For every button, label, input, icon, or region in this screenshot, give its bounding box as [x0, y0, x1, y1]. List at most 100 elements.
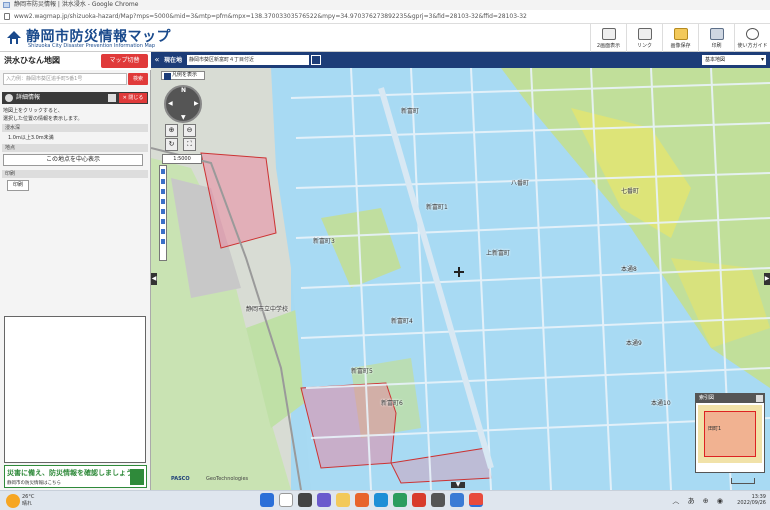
- teams-icon[interactable]: [317, 493, 331, 507]
- clock-date: 2022/09/26: [737, 500, 766, 506]
- folder-icon: [673, 27, 688, 40]
- minimize-button[interactable]: [108, 94, 116, 102]
- search-button[interactable]: 検索: [128, 73, 148, 85]
- zoom-tick[interactable]: [161, 239, 165, 244]
- address-bar[interactable]: www2.wagmap.jp/shizuoka-hazard/Map?mps=5…: [0, 10, 770, 24]
- windows-taskbar: 26°C 晴れ ︿ あ ⊕ ◉ 13:39 2022/09/26: [0, 490, 770, 510]
- dual-screen-icon: [601, 27, 616, 40]
- taskbar-apps: [260, 493, 483, 507]
- label-shintomicho-4: 新富町4: [391, 318, 413, 325]
- label-shintomicho: 新富町: [401, 108, 420, 115]
- pan-south-icon[interactable]: ▼: [181, 114, 186, 121]
- current-location-label: 現在地: [164, 57, 183, 64]
- app-subtitle: Shizuoka City Disaster Prevention Inform…: [28, 43, 156, 49]
- zoom-tick[interactable]: [161, 179, 165, 184]
- chrome-icon[interactable]: [469, 493, 483, 507]
- lock-icon: [4, 13, 10, 20]
- search-icon[interactable]: [279, 493, 293, 507]
- geotechnologies-credit: GeoTechnologies: [206, 476, 249, 482]
- pan-left-arrow-icon[interactable]: ◀: [151, 273, 157, 285]
- pan-east-icon[interactable]: ▶: [194, 100, 199, 107]
- overview-map[interactable]: 索引図 田町1: [695, 393, 765, 473]
- current-location-value: 静岡市葵区新富町４丁目付近: [187, 55, 309, 65]
- label-shintomicho-1: 新富町1: [426, 204, 448, 211]
- pan-down-arrow-icon[interactable]: ▼: [451, 482, 465, 488]
- basemap-select[interactable]: 基本地図: [702, 55, 766, 65]
- pasco-credit: PASCO: [171, 476, 190, 482]
- disaster-info-banner[interactable]: 災害に備え、防災情報を確認しましょう！ 静岡市の防災情報はこちら: [4, 465, 147, 488]
- explorer-icon[interactable]: [336, 493, 350, 507]
- guide-button[interactable]: 使い方ガイド: [734, 24, 770, 52]
- locate-me-button[interactable]: [311, 55, 321, 65]
- overview-label: 田町1: [708, 426, 722, 432]
- zoom-out-icon[interactable]: ⊖: [183, 124, 196, 137]
- scale-display[interactable]: 1:5000: [162, 154, 202, 164]
- disaster-book-icon: [130, 469, 144, 485]
- start-icon[interactable]: [260, 493, 274, 507]
- url-text[interactable]: www2.wagmap.jp/shizuoka-hazard/Map?mps=5…: [14, 10, 527, 24]
- clock[interactable]: 13:39 2022/09/26: [737, 494, 766, 506]
- link-label: リンク: [636, 42, 652, 49]
- collapse-sidebar-button[interactable]: «: [152, 54, 162, 66]
- notes-textarea[interactable]: [4, 316, 146, 463]
- task-view-icon[interactable]: [298, 493, 312, 507]
- link-icon: [637, 27, 652, 40]
- depth-value: 1.0m以上3.0m未満: [8, 135, 54, 141]
- save-image-button[interactable]: 画像保存: [662, 24, 698, 52]
- browser-titlebar: 静岡市防災情報 | 洪水浸水 - Google Chrome: [0, 0, 770, 10]
- edge-icon[interactable]: [374, 493, 388, 507]
- print-icon: [709, 27, 724, 40]
- zoom-slider[interactable]: [159, 165, 167, 261]
- close-detail-button[interactable]: ✕ 閉じる: [119, 93, 147, 103]
- zoom-tick[interactable]: [161, 229, 165, 234]
- rotate-icon[interactable]: ↻: [165, 138, 178, 151]
- label-shintomicho-5: 新富町5: [351, 368, 373, 375]
- guide-label: 使い方ガイド: [737, 42, 768, 49]
- zoom-in-icon[interactable]: ⊕: [165, 124, 178, 137]
- print-header-button[interactable]: 印刷: [698, 24, 734, 52]
- zoom-tick[interactable]: [161, 189, 165, 194]
- edge-dev-icon[interactable]: [393, 493, 407, 507]
- firefox-icon[interactable]: [355, 493, 369, 507]
- map-switch-button[interactable]: マップ切替: [101, 54, 148, 68]
- tab-favicon-icon: [3, 2, 10, 8]
- zoom-tick[interactable]: [161, 169, 165, 174]
- header-toolbar: 2画面表示 リンク 画像保存 印刷 使い方ガイド: [590, 24, 770, 52]
- depth-section-header: 浸水深: [2, 124, 148, 132]
- center-crosshair-icon: [454, 267, 464, 277]
- pan-west-icon[interactable]: ◀: [168, 100, 173, 107]
- weather-text[interactable]: 26°C 晴れ: [22, 494, 34, 507]
- print-detail-button[interactable]: 印刷: [7, 180, 29, 191]
- pan-right-arrow-icon[interactable]: ▶: [764, 273, 770, 285]
- detail-title: 詳細情報: [16, 94, 41, 101]
- detail-info-line1: 地図上をクリックすると、: [3, 108, 63, 114]
- city-logo-icon: [7, 31, 21, 44]
- office-icon[interactable]: [412, 493, 426, 507]
- label-shintomicho-6: 新富町6: [381, 400, 403, 407]
- map-canvas[interactable]: [151, 68, 770, 490]
- zoom-tick[interactable]: [161, 219, 165, 224]
- hazard-map[interactable]: 凡例を表示 N ▼ ◀ ▶ ⊕ ⊖ ↻ ⛶ 1:5000 新富町 新富町1 新富…: [151, 68, 770, 490]
- show-legend-button[interactable]: 凡例を表示: [161, 71, 205, 80]
- detail-panel-header: 詳細情報 ✕ 閉じる: [2, 92, 148, 104]
- fullscreen-icon[interactable]: ⛶: [183, 138, 196, 151]
- zoom-tick[interactable]: [161, 199, 165, 204]
- label-hondori-10: 本通10: [651, 400, 671, 407]
- map-switch-label: マップ切替: [109, 57, 140, 64]
- system-tray-icons[interactable]: ︿ あ ⊕ ◉: [672, 496, 726, 506]
- pan-control[interactable]: N ▼ ◀ ▶: [164, 85, 202, 123]
- link-button[interactable]: リンク: [626, 24, 662, 52]
- dual-screen-button[interactable]: 2画面表示: [590, 24, 626, 52]
- overview-close-button[interactable]: [756, 395, 763, 402]
- terminal-icon[interactable]: [431, 493, 445, 507]
- address-search-input[interactable]: 入力例：静岡市葵区追手町5番1号: [3, 73, 127, 85]
- center-on-point-button[interactable]: この地点を中心表示: [3, 154, 143, 166]
- guide-icon: [746, 27, 759, 40]
- zoom-tick[interactable]: [161, 209, 165, 214]
- label-shintomicho-3: 新富町3: [313, 238, 335, 245]
- pan-north-icon[interactable]: N: [181, 87, 186, 94]
- weather-sun-icon[interactable]: [6, 494, 20, 508]
- word-icon[interactable]: [450, 493, 464, 507]
- overview-image[interactable]: 田町1: [698, 405, 762, 463]
- scale-bar: [731, 478, 755, 484]
